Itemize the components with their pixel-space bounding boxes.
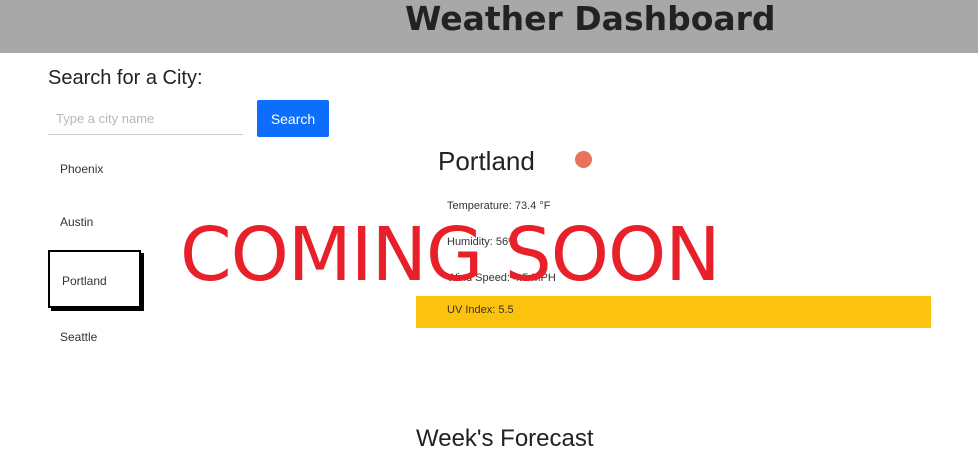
city-item-portland[interactable]: Portland — [48, 250, 141, 308]
uv-index-text: UV Index: 5.5 — [447, 304, 514, 316]
page-header: Weather Dashboard — [0, 0, 978, 53]
temperature-text: Temperature: 73.4 °F — [447, 200, 551, 212]
search-input[interactable] — [48, 103, 243, 135]
city-item-seattle[interactable]: Seattle — [48, 308, 141, 366]
current-city-title: Portland — [438, 146, 535, 176]
page-title: Weather Dashboard — [405, 0, 776, 38]
uv-index-badge: UV Index: 5.5 — [416, 296, 931, 328]
city-item-austin[interactable]: Austin — [48, 193, 141, 251]
search-label: Search for a City: — [48, 67, 203, 89]
weather-icon — [575, 151, 592, 168]
humidity-text: Humidity: 56% — [447, 236, 518, 248]
forecast-title: Week's Forecast — [416, 425, 594, 452]
city-item-phoenix[interactable]: Phoenix — [48, 140, 141, 198]
wind-speed-text: Wind Speed: 4.5 MPH — [447, 272, 556, 284]
search-button[interactable]: Search — [257, 100, 329, 137]
coming-soon-overlay: COMING SOON — [180, 212, 721, 298]
